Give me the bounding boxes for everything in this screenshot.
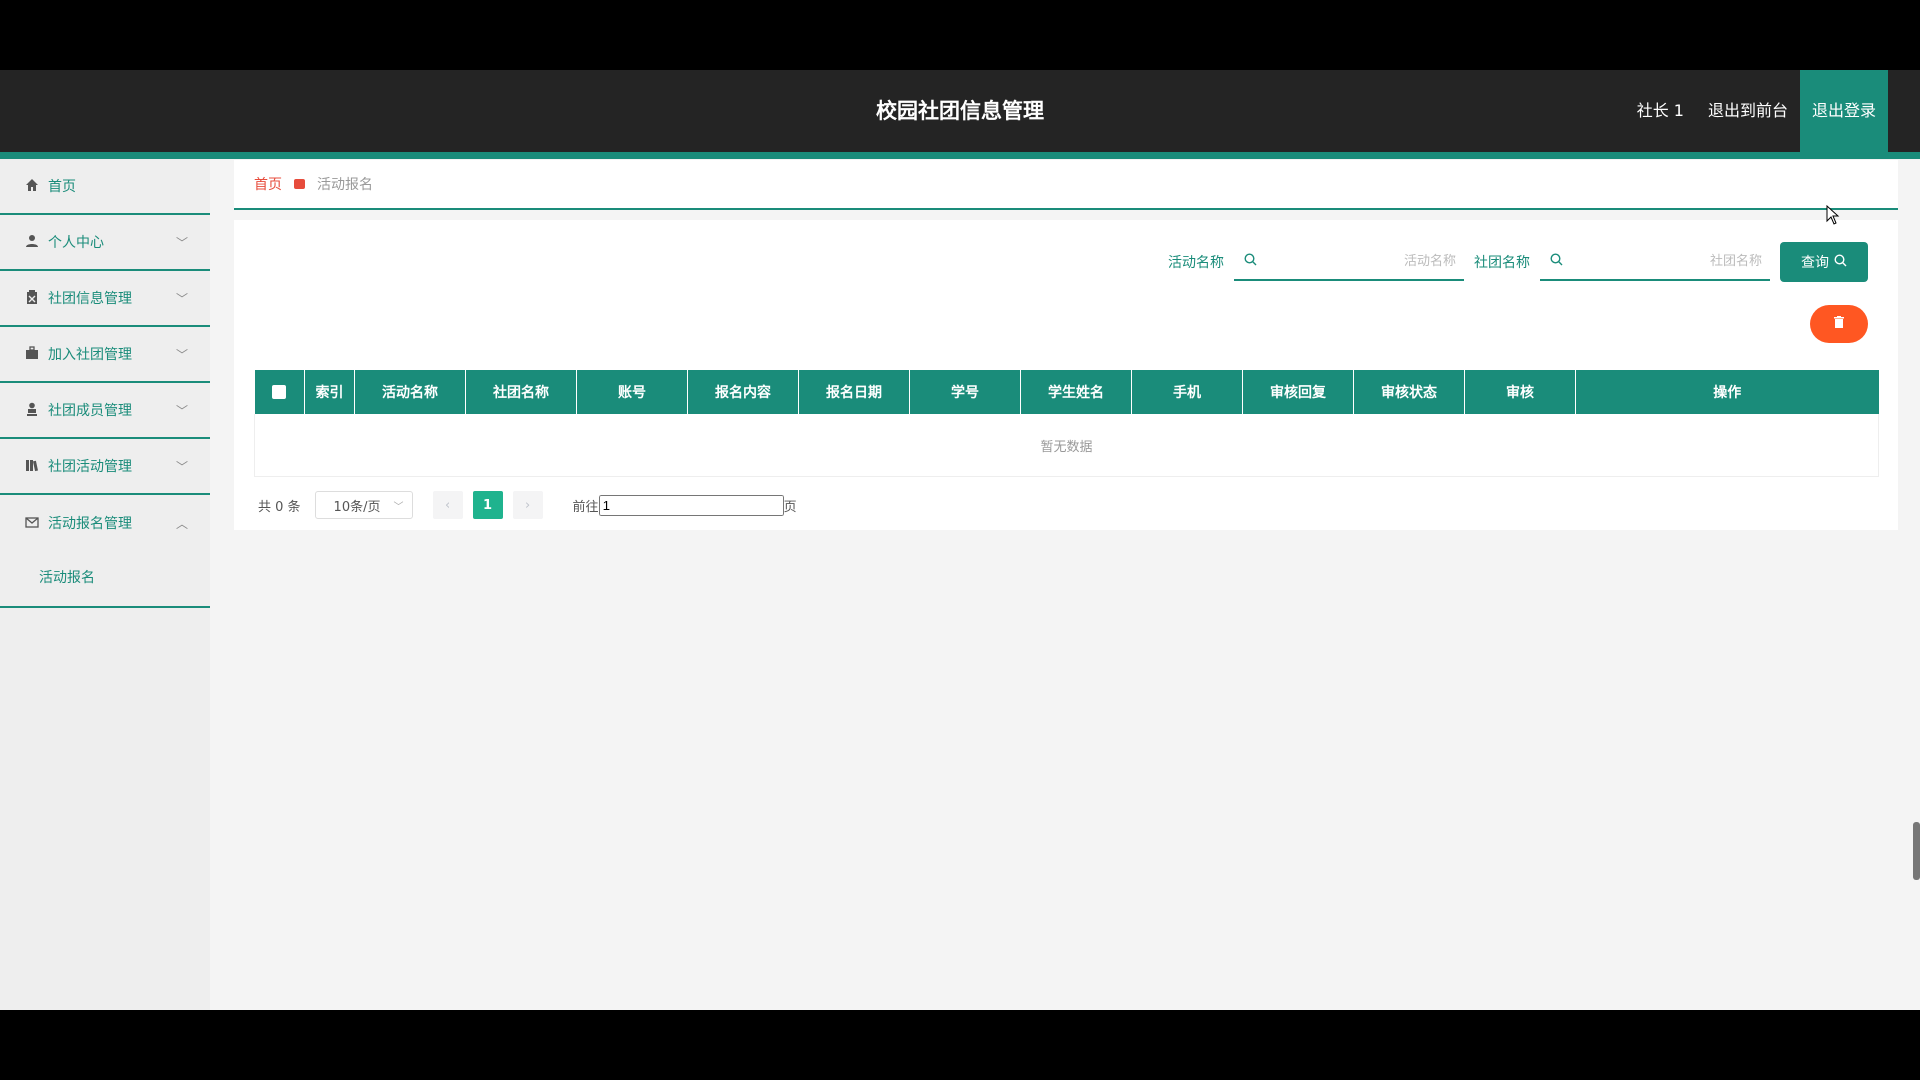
sidebar-item-club-info[interactable]: 社团信息管理 ﹀ [0,271,210,327]
letterbox-top [0,0,1920,70]
header-accent-bar [0,152,1920,159]
chevron-down-icon: ﹀ [175,460,188,474]
chevron-left-icon: ‹ [444,497,451,513]
signup-table: 索引 活动名称 社团名称 账号 报名内容 报名日期 学号 学生姓名 手机 审核回… [254,370,1879,477]
page-number-button[interactable]: 1 [472,491,503,519]
empty-text: 暂无数据 [254,414,1879,477]
sidebar-item-personal-center[interactable]: 个人中心 ﹀ [0,215,210,271]
column-header: 账号 [576,370,688,414]
empty-row: 暂无数据 [254,414,1879,477]
batch-delete-button[interactable] [1810,305,1868,343]
chevron-up-icon: ︿ [175,517,188,531]
chevron-down-icon: ﹀ [175,348,188,362]
pagination: 共 0 条 10条/页 ﹀ ‹ 1 › 前往 页 [258,490,797,520]
mail-icon [24,515,40,531]
column-header: 报名日期 [798,370,910,414]
sidebar-item-join-club[interactable]: 加入社团管理 ﹀ [0,327,210,383]
column-header: 活动名称 [354,370,466,414]
column-header: 审核状态 [1353,370,1465,414]
sidebar-item-club-activities[interactable]: 社团活动管理 ﹀ [0,439,210,495]
club-name-field [1540,243,1770,281]
sidebar-item-label: 个人中心 [48,235,104,251]
sidebar-item-label: 社团信息管理 [48,291,132,307]
next-page-button[interactable]: › [512,491,543,519]
goto-prefix: 前往 [572,499,599,515]
table-header-row: 索引 活动名称 社团名称 账号 报名内容 报名日期 学号 学生姓名 手机 审核回… [254,370,1879,414]
page-size-select[interactable]: 10条/页 ﹀ [314,491,413,519]
search-icon [1244,253,1257,270]
sidebar-item-activity-signup[interactable]: 活动报名管理 ︿ [0,495,210,551]
scrollbar-handle[interactable] [1913,822,1920,880]
club-name-input[interactable] [1570,243,1764,279]
sidebar-item-club-members[interactable]: 社团成员管理 ﹀ [0,383,210,439]
search-icon [1550,253,1563,270]
goto-suffix: 页 [783,499,797,515]
total-count: 共 0 条 [258,499,301,515]
user-icon [24,234,40,250]
app-window: 校园社团信息管理 社长 1 退出到前台 退出登录 首页 个人中心 ﹀ 社团信息管… [0,70,1920,1010]
clipboard-icon [24,290,40,306]
goto-page-input[interactable] [598,494,784,516]
column-header: 索引 [304,370,355,414]
library-icon [24,458,40,474]
breadcrumb-separator-icon [294,179,305,189]
submenu-item-activity-signup[interactable]: 活动报名 [0,551,210,606]
club-name-label: 社团名称 [1474,255,1530,271]
breadcrumb-current: 活动报名 [317,177,373,193]
sidebar-item-label: 活动报名管理 [48,516,132,532]
column-header: 审核 [1464,370,1576,414]
activity-name-input[interactable] [1264,243,1458,279]
chevron-right-icon: › [524,497,531,513]
query-button-label: 查询 [1801,255,1829,271]
column-header: 学号 [909,370,1021,414]
content-panel: 活动名称 社团名称 查询 [234,220,1898,530]
home-icon [24,178,40,194]
sidebar-item-home[interactable]: 首页 [0,159,210,215]
select-all-checkbox[interactable] [272,385,287,399]
chevron-down-icon: ﹀ [175,404,188,418]
chevron-down-icon: ﹀ [393,501,404,513]
sidebar-item-label: 首页 [48,179,76,195]
logout-link[interactable]: 退出登录 [1799,70,1888,152]
briefcase-icon [24,346,40,362]
activity-name-label: 活动名称 [1168,255,1224,271]
chevron-down-icon: ﹀ [175,292,188,306]
sidebar-item-label: 社团活动管理 [48,459,132,475]
trash-icon [1833,316,1845,332]
page-size-value: 10条/页 [333,499,381,515]
current-user: 社长 1 [1636,101,1684,120]
search-bar: 活动名称 社团名称 查询 [1168,242,1868,282]
header: 校园社团信息管理 社长 1 退出到前台 退出登录 [0,70,1920,152]
column-header: 社团名称 [465,370,577,414]
submenu: 活动报名 [0,551,210,608]
column-header: 操作 [1575,370,1879,414]
person-icon [24,402,40,418]
back-to-front-link[interactable]: 退出到前台 [1696,70,1800,152]
breadcrumb-home[interactable]: 首页 [254,174,282,194]
sidebar: 首页 个人中心 ﹀ 社团信息管理 ﹀ 加入社团管理 ﹀ 社团成员管理 ﹀ 社团活… [0,159,210,1010]
chevron-down-icon: ﹀ [175,236,188,250]
query-button[interactable]: 查询 [1780,242,1868,282]
sidebar-item-label: 社团成员管理 [48,403,132,419]
header-actions: 社长 1 退出到前台 退出登录 [1625,70,1888,152]
letterbox-bottom [0,1010,1920,1080]
column-header: 报名内容 [687,370,799,414]
breadcrumb: 首页 活动报名 [234,160,1898,210]
column-header: 手机 [1131,370,1243,414]
search-icon [1834,253,1847,271]
select-all-cell [254,370,305,414]
column-header: 学生姓名 [1020,370,1132,414]
column-header: 审核回复 [1242,370,1354,414]
sidebar-item-label: 加入社团管理 [48,347,132,363]
activity-name-field [1234,243,1464,281]
prev-page-button[interactable]: ‹ [432,491,463,519]
